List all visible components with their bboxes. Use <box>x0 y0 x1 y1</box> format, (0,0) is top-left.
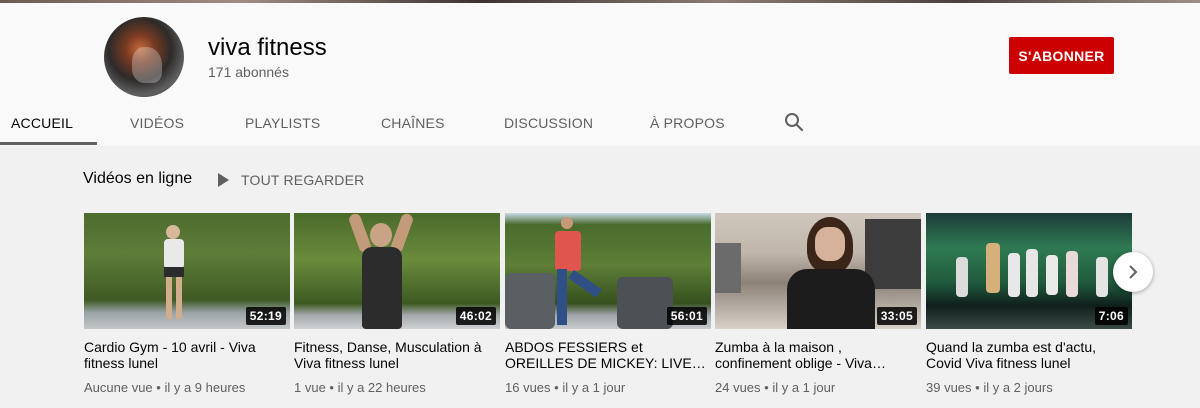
video-meta: 1 vue • il y a 22 heures <box>294 380 500 395</box>
video-meta: 39 vues • il y a 2 jours <box>926 380 1132 395</box>
video-age: il y a 22 heures <box>337 380 426 395</box>
tab-playlists[interactable]: PLAYLISTS <box>245 100 320 146</box>
video-title[interactable]: Quand la zumba est d'actu, Covid Viva fi… <box>926 339 1132 371</box>
video-views: 1 vue <box>294 380 326 395</box>
thumbnail-figure <box>362 247 402 329</box>
shelf-section: Vidéos en ligne TOUT REGARDER 52:19 Card… <box>0 146 1200 408</box>
thumbnail-figure <box>568 269 602 298</box>
video-duration: 56:01 <box>666 307 707 325</box>
meta-separator: • <box>760 380 773 395</box>
video-meta: 24 vues • il y a 1 jour <box>715 380 921 395</box>
tab-accueil[interactable]: ACCUEIL <box>11 100 73 146</box>
video-views: Aucune vue <box>84 380 153 395</box>
meta-separator: • <box>325 380 338 395</box>
thumbnail-figure <box>787 269 875 329</box>
video-views: 24 vues <box>715 380 761 395</box>
thumbnail-figure <box>1026 249 1038 297</box>
channel-avatar[interactable] <box>104 17 184 97</box>
video-duration: 33:05 <box>876 307 917 325</box>
subscriber-count: 171 abonnés <box>208 64 289 80</box>
video-card[interactable]: 7:06 Quand la zumba est d'actu, Covid Vi… <box>926 213 1132 395</box>
thumbnail-figure <box>164 267 184 277</box>
active-tab-indicator <box>0 142 97 145</box>
video-duration: 52:19 <box>245 307 286 325</box>
video-meta: Aucune vue • il y a 9 heures <box>84 380 290 395</box>
thumbnail-figure <box>956 257 968 297</box>
video-views: 16 vues <box>505 380 551 395</box>
thumbnail-figure <box>617 277 673 329</box>
video-age: il y a 9 heures <box>164 380 246 395</box>
video-thumbnail[interactable]: 52:19 <box>84 213 290 329</box>
thumbnail-figure <box>1046 255 1058 295</box>
video-card[interactable]: 52:19 Cardio Gym - 10 avril - Viva fitne… <box>84 213 290 395</box>
thumbnail-figure <box>557 269 567 325</box>
video-meta: 16 vues • il y a 1 jour <box>505 380 711 395</box>
video-duration: 46:02 <box>455 307 496 325</box>
meta-separator: • <box>550 380 563 395</box>
video-title[interactable]: Cardio Gym - 10 avril - Viva fitness lun… <box>84 339 290 371</box>
video-title[interactable]: Zumba à la maison , confinement oblige -… <box>715 339 921 371</box>
video-age: il y a 1 jour <box>772 380 836 395</box>
video-views: 39 vues <box>926 380 972 395</box>
channel-header: viva fitness 171 abonnés S'ABONNER <box>0 3 1200 100</box>
play-icon <box>218 173 229 187</box>
thumbnail-figure <box>1096 257 1108 297</box>
tab-discussion[interactable]: DISCUSSION <box>504 100 593 146</box>
channel-name: viva fitness <box>208 34 327 61</box>
tab-videos[interactable]: VIDÉOS <box>130 100 184 146</box>
thumbnail-figure <box>505 273 555 329</box>
thumbnail-figure <box>715 243 741 293</box>
thumbnail-figure <box>555 231 581 271</box>
video-thumbnail[interactable]: 33:05 <box>715 213 921 329</box>
tab-chaines[interactable]: CHAÎNES <box>381 100 445 146</box>
play-all-label: TOUT REGARDER <box>241 172 365 188</box>
thumbnail-figure <box>865 219 921 289</box>
thumbnail-figure <box>1066 251 1078 297</box>
video-title[interactable]: ABDOS FESSIERS et OREILLES DE MICKEY: LI… <box>505 339 711 371</box>
video-card[interactable]: 33:05 Zumba à la maison , confinement ob… <box>715 213 921 395</box>
video-title[interactable]: Fitness, Danse, Musculation à Viva fitne… <box>294 339 500 371</box>
meta-separator: • <box>971 380 984 395</box>
video-age: il y a 1 jour <box>562 380 626 395</box>
channel-tabs: ACCUEIL VIDÉOS PLAYLISTS CHAÎNES DISCUSS… <box>0 100 1200 146</box>
video-card[interactable]: 56:01 ABDOS FESSIERS et OREILLES DE MICK… <box>505 213 711 395</box>
meta-separator: • <box>152 380 165 395</box>
thumbnail-figure <box>166 277 172 319</box>
thumbnail-figure <box>815 227 845 261</box>
video-duration: 7:06 <box>1094 307 1128 325</box>
video-card[interactable]: 46:02 Fitness, Danse, Musculation à Viva… <box>294 213 500 395</box>
thumbnail-figure <box>370 223 392 247</box>
thumbnail-figure <box>1008 253 1020 297</box>
thumbnail-figure <box>176 277 182 319</box>
thumbnail-figure <box>561 217 573 229</box>
subscribe-button[interactable]: S'ABONNER <box>1009 37 1114 74</box>
chevron-right-icon <box>1129 265 1138 279</box>
video-thumbnail[interactable]: 56:01 <box>505 213 711 329</box>
tab-a-propos[interactable]: À PROPOS <box>650 100 725 146</box>
thumbnail-figure <box>986 243 1000 293</box>
shelf-next-button[interactable] <box>1113 252 1153 292</box>
search-icon[interactable] <box>782 110 806 134</box>
thumbnail-figure <box>164 239 184 269</box>
video-thumbnail[interactable]: 46:02 <box>294 213 500 329</box>
video-thumbnail[interactable]: 7:06 <box>926 213 1132 329</box>
play-all-button[interactable]: TOUT REGARDER <box>218 172 364 188</box>
thumbnail-figure <box>166 225 180 239</box>
video-age: il y a 2 jours <box>983 380 1053 395</box>
shelf-title[interactable]: Vidéos en ligne <box>83 170 192 188</box>
